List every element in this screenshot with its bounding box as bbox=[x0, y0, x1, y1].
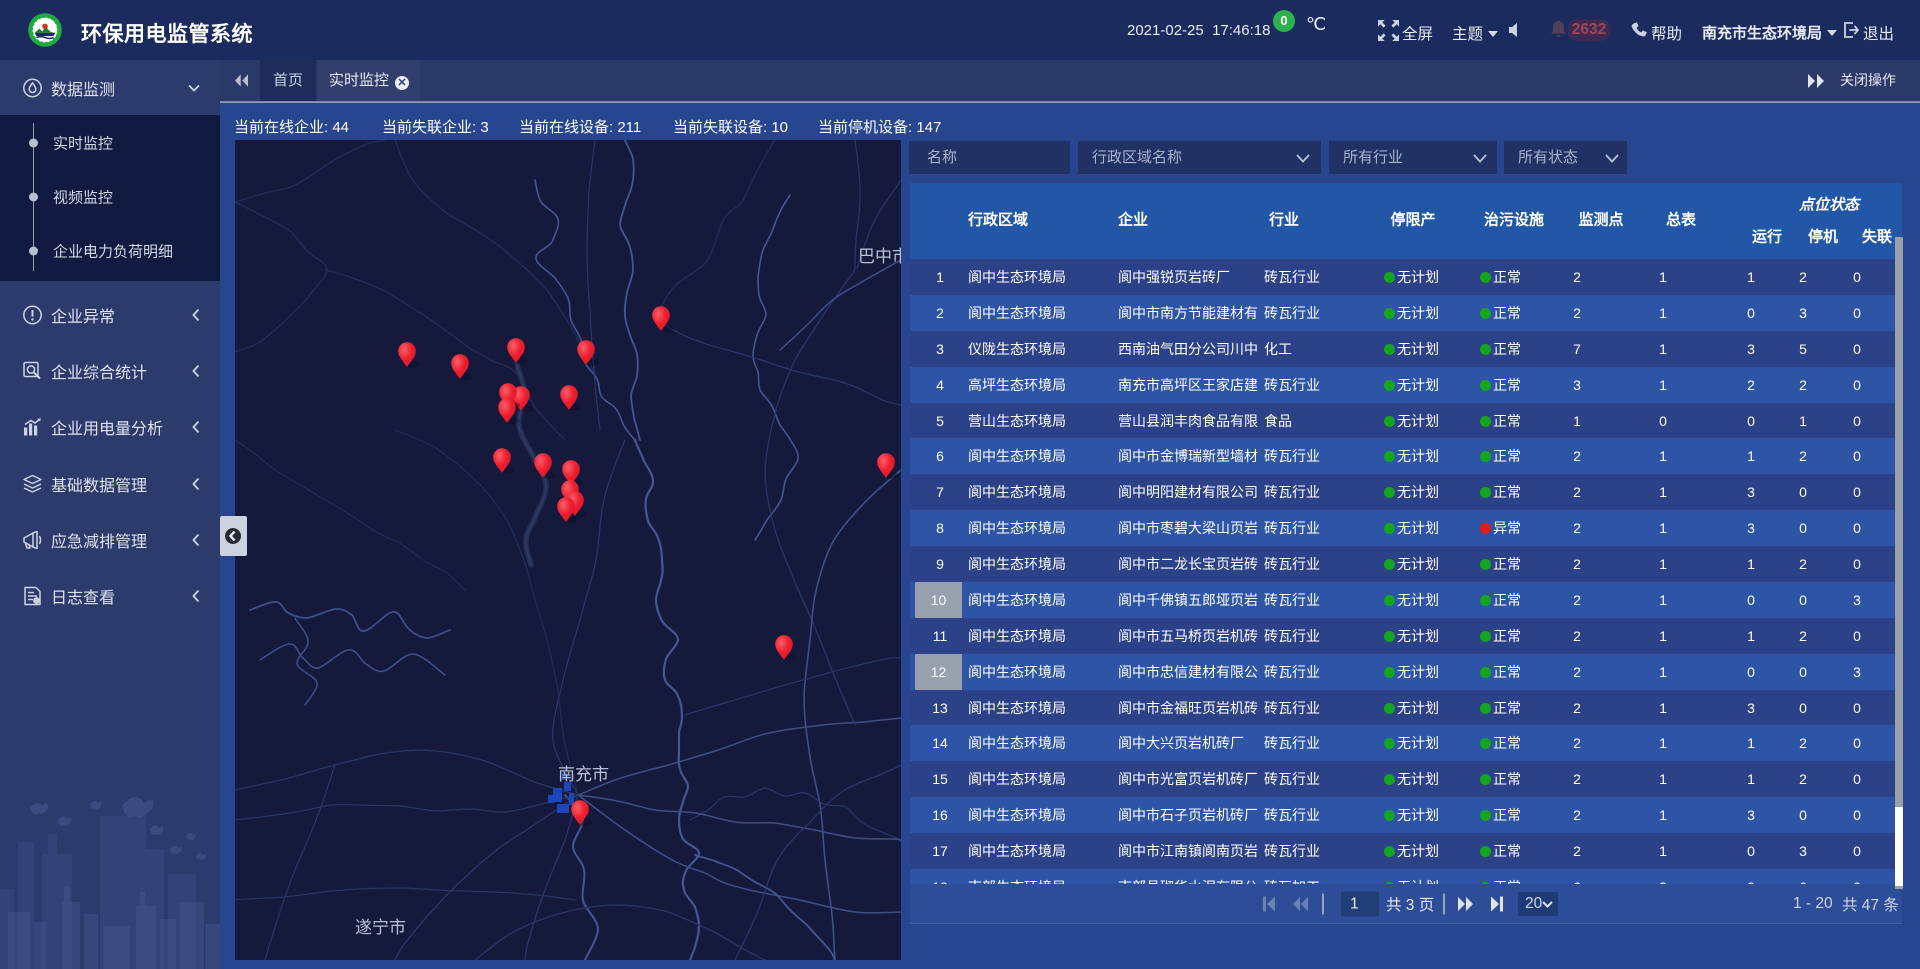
svg-text:遂宁市: 遂宁市 bbox=[355, 918, 406, 937]
svg-text:南充市: 南充市 bbox=[558, 765, 609, 784]
svg-text:巴中市: 巴中市 bbox=[858, 247, 901, 266]
